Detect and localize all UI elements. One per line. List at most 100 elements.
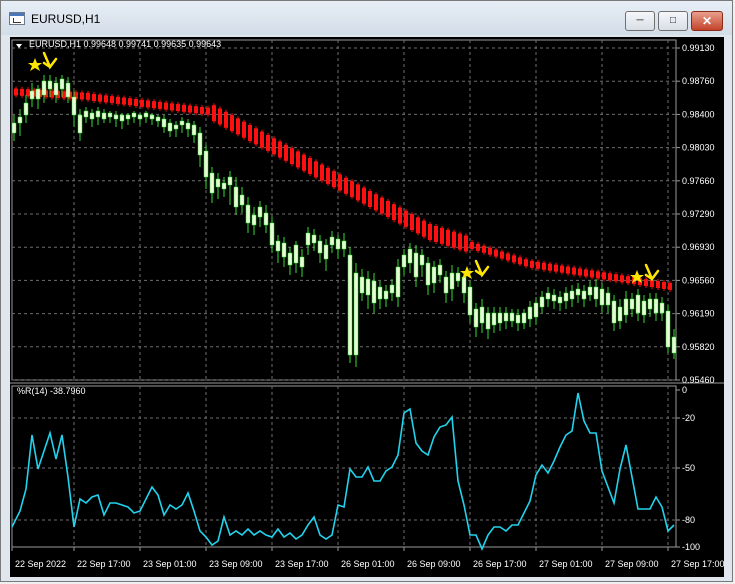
candle-body bbox=[191, 124, 197, 136]
candle-body bbox=[89, 112, 95, 120]
candle-body bbox=[473, 308, 479, 328]
ma-bar bbox=[164, 102, 168, 110]
candle-body bbox=[83, 110, 89, 118]
candle-body bbox=[257, 206, 263, 218]
candle-body bbox=[647, 298, 653, 310]
ma-bar bbox=[224, 111, 228, 128]
candle-body bbox=[233, 186, 239, 208]
ma-bar bbox=[644, 279, 648, 287]
signal-arrow-icon bbox=[644, 263, 660, 282]
candle-body bbox=[101, 112, 107, 120]
ma-bar bbox=[302, 154, 306, 171]
ma-bar bbox=[482, 245, 486, 253]
ma-bar bbox=[536, 261, 540, 269]
ma-bar bbox=[80, 92, 84, 100]
chart-canvas[interactable]: 0.99130 0.98760 0.98400 0.98030 0.97660 0.972… bbox=[10, 37, 724, 577]
candle-body bbox=[359, 276, 365, 294]
main-panel-frame bbox=[11, 39, 677, 381]
wpr-tick-label: -100 bbox=[682, 542, 700, 552]
ma-bar bbox=[266, 134, 270, 151]
candle-body bbox=[425, 262, 431, 286]
candle-body bbox=[437, 264, 443, 276]
candle-body bbox=[347, 254, 353, 356]
candle-body bbox=[185, 122, 191, 130]
candle-body bbox=[509, 312, 515, 322]
price-tick-label: 0.96560 bbox=[682, 275, 715, 285]
candle-body bbox=[353, 272, 359, 356]
ma-bar bbox=[194, 106, 198, 114]
close-icon: ✕ bbox=[701, 14, 713, 28]
ma-bar bbox=[218, 108, 222, 125]
chart-area[interactable]: 0.99130 0.98760 0.98400 0.98030 0.97660 0.972… bbox=[10, 37, 724, 577]
candle-body bbox=[491, 312, 497, 326]
candle-body bbox=[557, 296, 563, 304]
ma-bar bbox=[512, 255, 516, 263]
ma-bar bbox=[254, 128, 258, 145]
ma-bar bbox=[338, 174, 342, 191]
ma-bar bbox=[188, 105, 192, 113]
candle-body bbox=[551, 294, 557, 302]
candle-body bbox=[77, 114, 83, 134]
candle-body bbox=[59, 78, 65, 90]
chart-window-icon bbox=[9, 12, 25, 25]
signal-arrow-icon bbox=[42, 51, 58, 70]
ma-bar bbox=[548, 263, 552, 271]
ma-bar bbox=[626, 276, 630, 284]
candle-body bbox=[149, 114, 155, 120]
time-label: 26 Sep 09:00 bbox=[407, 559, 461, 569]
candle-body bbox=[455, 272, 461, 282]
ma-bar bbox=[290, 148, 294, 165]
ma-bar bbox=[614, 274, 618, 282]
candle-body bbox=[389, 284, 395, 294]
indicator-info: %R(14) -38.7960 bbox=[17, 386, 86, 396]
time-label: 22 Sep 17:00 bbox=[77, 559, 131, 569]
candle-body bbox=[563, 292, 569, 302]
ma-bar bbox=[596, 271, 600, 279]
candle-body bbox=[179, 120, 185, 126]
ma-bar bbox=[158, 101, 162, 109]
price-tick-label: 0.98400 bbox=[682, 109, 715, 119]
candle-body bbox=[299, 256, 305, 268]
ma-bar bbox=[476, 243, 480, 251]
candle-body bbox=[431, 266, 437, 284]
ma-bar bbox=[398, 207, 402, 224]
candle-body bbox=[113, 114, 119, 120]
ma-bar bbox=[554, 264, 558, 272]
candle-body bbox=[209, 172, 215, 194]
ma-bar bbox=[488, 247, 492, 255]
ma-bar bbox=[332, 171, 336, 188]
title-bar[interactable]: EURUSD,H1 ─ □ ✕ bbox=[1, 1, 732, 35]
candle-body bbox=[641, 300, 647, 316]
candle-body bbox=[419, 254, 425, 266]
candle-body bbox=[251, 214, 257, 226]
candle-body bbox=[35, 88, 41, 100]
ma-bar bbox=[98, 94, 102, 102]
candle-body bbox=[635, 294, 641, 314]
minimize-button[interactable]: ─ bbox=[625, 11, 655, 31]
candle-body bbox=[71, 96, 77, 116]
ma-bar bbox=[314, 161, 318, 178]
ma-bar bbox=[602, 272, 606, 280]
ma-bar bbox=[590, 270, 594, 278]
candle-body bbox=[341, 240, 347, 250]
candle-body bbox=[329, 236, 335, 246]
ma-bar bbox=[128, 98, 132, 106]
candle-body bbox=[107, 112, 113, 118]
ma-bar bbox=[326, 167, 330, 184]
candle-body bbox=[503, 312, 509, 322]
candle-body bbox=[215, 178, 221, 188]
ma-bar bbox=[260, 131, 264, 148]
ma-bar bbox=[230, 115, 234, 132]
candle-body bbox=[611, 300, 617, 324]
price-tick-label: 0.98030 bbox=[682, 143, 715, 153]
time-label: 27 Sep 01:00 bbox=[539, 559, 593, 569]
maximize-button[interactable]: □ bbox=[658, 11, 688, 31]
time-label: 26 Sep 17:00 bbox=[473, 559, 527, 569]
ma-bar bbox=[20, 88, 24, 96]
ma-bar bbox=[518, 257, 522, 265]
candle-body bbox=[485, 312, 491, 330]
close-button[interactable]: ✕ bbox=[691, 11, 723, 31]
candle-body bbox=[629, 298, 635, 310]
ma-bar bbox=[182, 104, 186, 112]
candle-body bbox=[365, 278, 371, 296]
